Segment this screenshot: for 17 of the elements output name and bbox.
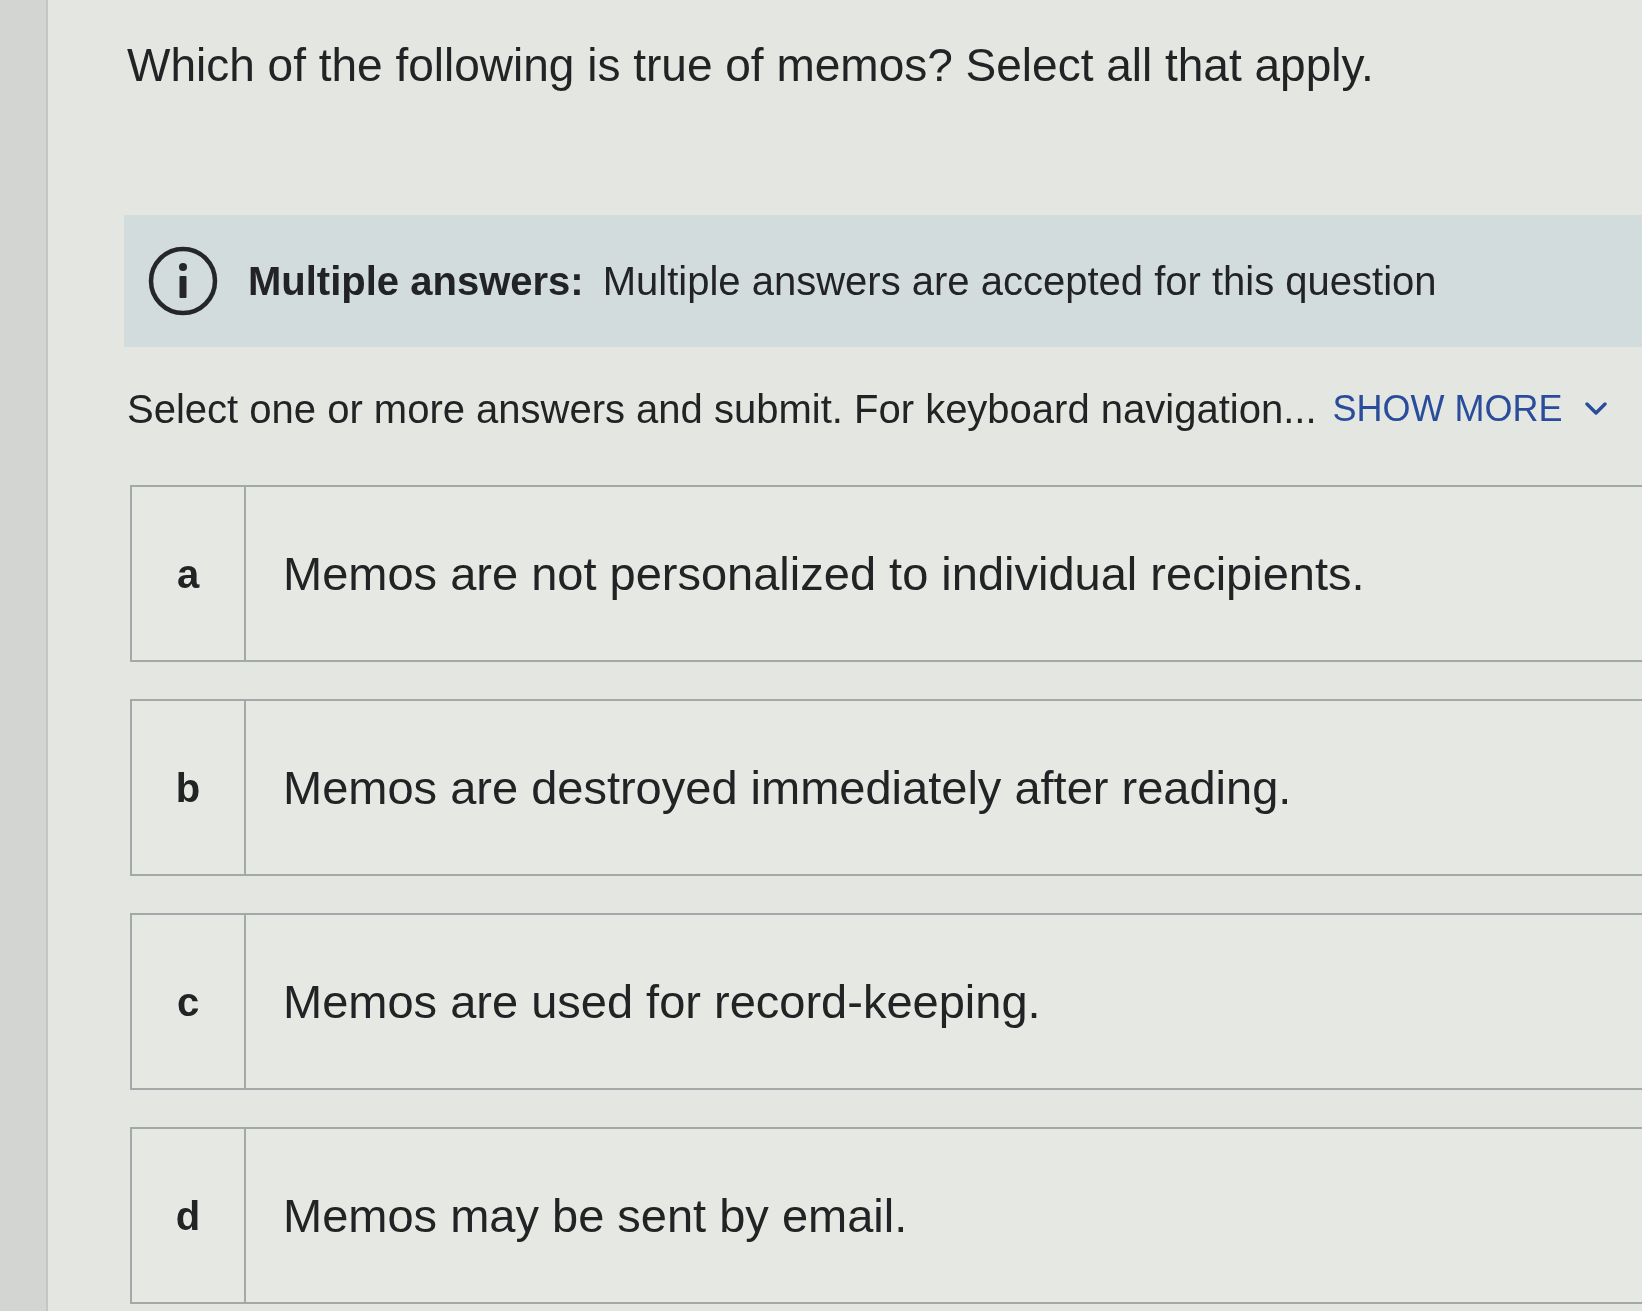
show-more-link[interactable]: SHOW MORE <box>1332 386 1607 432</box>
option-text: Memos are not personalized to individual recipients. <box>283 545 1365 602</box>
option-letter: c <box>176 978 200 1026</box>
answer-option[interactable]: b Memos are destroyed immediately after reading. <box>130 699 1642 876</box>
question-text: Which of the following is true of memos? Select all that apply. <box>127 38 1374 92</box>
option-letter: d <box>175 1192 201 1240</box>
option-letter: b <box>175 764 201 812</box>
answer-option[interactable]: d Memos may be sent by email. <box>130 1127 1642 1304</box>
instruction-text: Select one or more answers and submit. For keyboard navigation... <box>127 386 1317 433</box>
notice-text: Multiple answers: Multiple answers are accepted for this question <box>248 258 1437 305</box>
answer-option[interactable]: c Memos are used for record-keeping. <box>130 913 1642 1090</box>
option-text: Memos are used for record-keeping. <box>283 973 1041 1030</box>
option-text: Memos are destroyed immediately after reading. <box>283 759 1292 816</box>
option-text: Memos may be sent by email. <box>283 1187 908 1244</box>
answer-option[interactable]: a Memos are not personalized to individual recipients. <box>130 485 1642 662</box>
option-letter: a <box>176 550 200 598</box>
info-icon <box>148 246 218 316</box>
